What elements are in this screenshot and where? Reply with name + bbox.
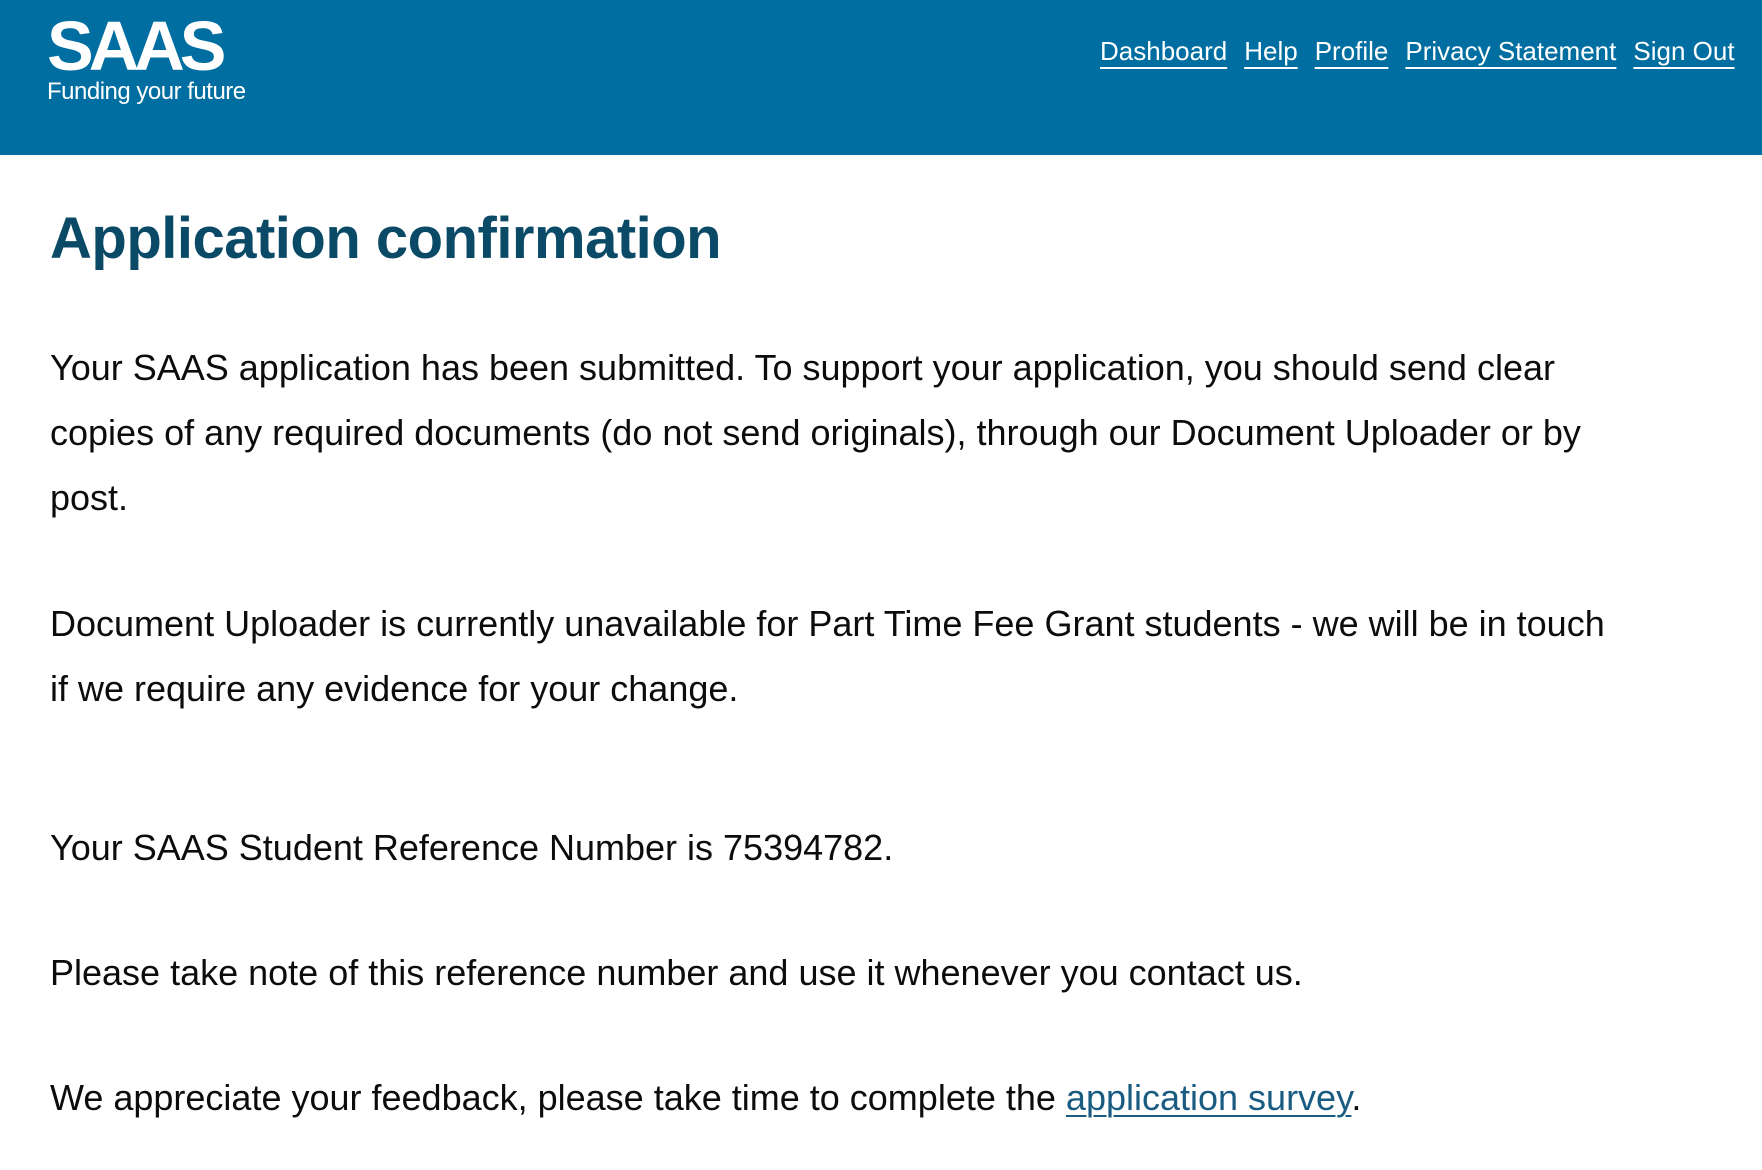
uploader-line-2: if we require any evidence for your chan… (50, 668, 739, 709)
submission-line-2: copies of any required documents (do not… (50, 412, 1581, 453)
logo-text: SAAS (47, 7, 226, 85)
feedback-prefix: We appreciate your feedback, please take… (50, 1077, 1066, 1118)
nav-signout-link[interactable]: Sign Out (1633, 36, 1734, 66)
feedback-suffix: . (1351, 1077, 1362, 1118)
feedback-paragraph: We appreciate your feedback, please take… (50, 1065, 1361, 1130)
nav-privacy-link[interactable]: Privacy Statement (1405, 36, 1616, 66)
uploader-line-1: Document Uploader is currently unavailab… (50, 603, 1605, 644)
submission-line-3: post. (50, 477, 129, 518)
page-title: Application confirmation (50, 206, 722, 271)
submission-paragraph: Your SAAS application has been submitted… (50, 335, 1762, 530)
uploader-paragraph: Document Uploader is currently unavailab… (50, 591, 1762, 721)
submission-line-1: Your SAAS application has been submitted… (50, 347, 1555, 388)
site-header: SAAS Funding your future Dashboard Help Pr… (0, 0, 1762, 155)
saas-logo[interactable]: SAAS Funding your future (47, 10, 246, 105)
reference-number-text: Your SAAS Student Reference Number is 75… (50, 827, 894, 868)
top-nav: Dashboard Help Profile Privacy Statement Sig… (1100, 36, 1752, 67)
nav-help-link[interactable]: Help (1244, 36, 1297, 66)
nav-profile-link[interactable]: Profile (1315, 36, 1389, 66)
note-text: Please take note of this reference numbe… (50, 952, 1303, 993)
nav-dashboard-link[interactable]: Dashboard (1100, 36, 1227, 66)
logo-tagline: Funding your future (47, 78, 246, 105)
application-survey-link[interactable]: application survey (1066, 1077, 1352, 1118)
